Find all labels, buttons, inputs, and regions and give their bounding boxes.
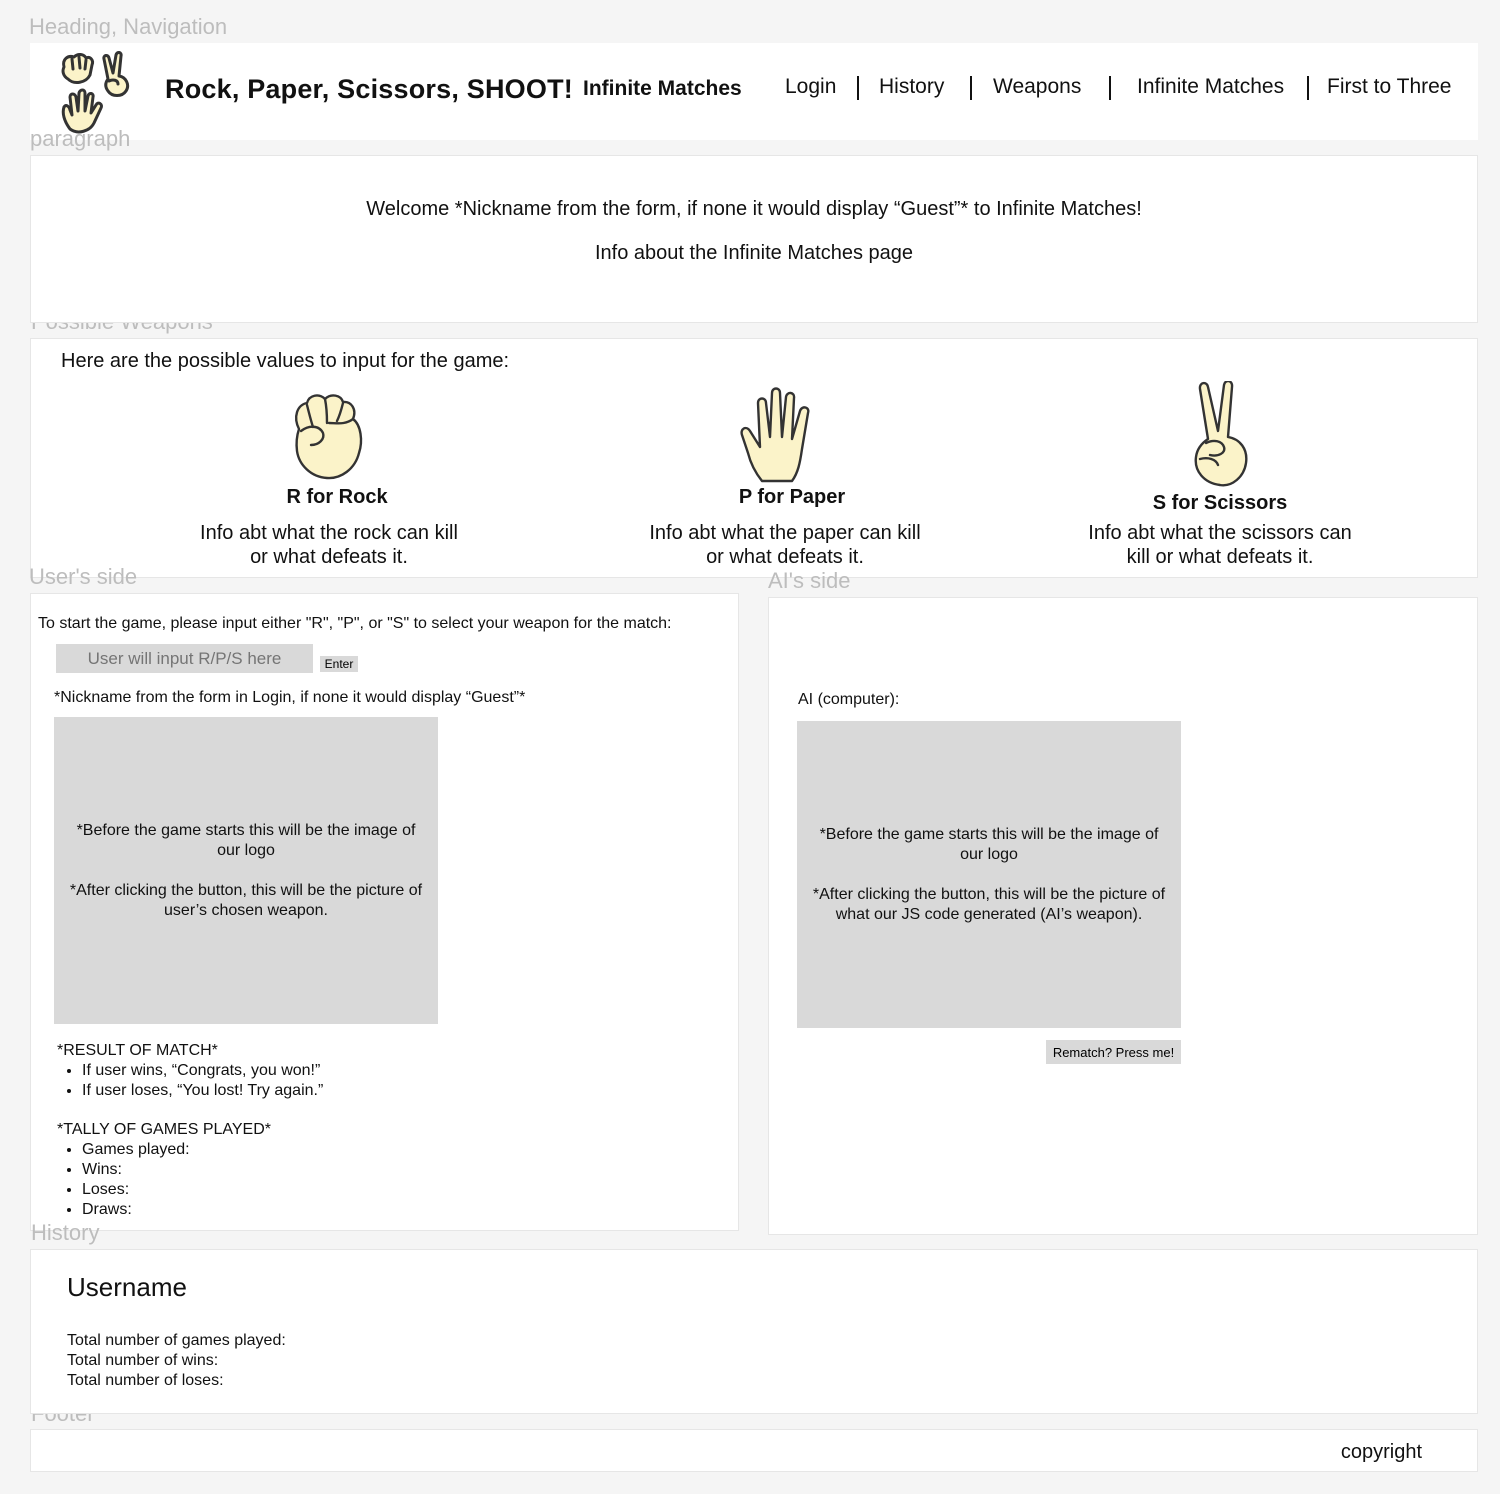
footer-section: copyright [30,1429,1478,1472]
nav-separator [1109,76,1111,100]
history-total-loses: Total number of loses: [67,1372,224,1389]
page-info: Info about the Infinite Matches page [595,242,913,264]
weapon-paper-desc: Info abt what the paper can kill or what… [649,522,921,568]
user-image-text-before: *Before the game starts this will be the… [76,821,416,859]
nav-weapons-link[interactable]: Weapons [993,75,1081,99]
fist-icon [295,394,363,480]
tally-section: *TALLY OF GAMES PLAYED* Games played: Wi… [57,1120,457,1220]
nav-separator [1307,76,1309,100]
ai-label: AI (computer): [798,691,900,708]
ai-image-text-after: *After clicking the button, this will be… [812,885,1166,923]
user-image-text-after: *After clicking the button, this will be… [69,881,423,919]
enter-button[interactable]: Enter [320,656,358,672]
tally-games-played: Games played: [82,1140,457,1160]
peace-hand-icon [1194,381,1248,487]
weapon-input[interactable] [56,644,313,673]
welcome-message: Welcome *Nickname from the form, if none… [366,198,1142,220]
annotation-history: History [31,1220,100,1245]
history-stats: Total number of games played: Total numb… [67,1331,286,1391]
nav-login-link[interactable]: Login [785,75,836,99]
match-result: *RESULT OF MATCH* If user wins, “Congrat… [57,1041,457,1101]
user-nickname: *Nickname from the form in Login, if non… [54,689,526,706]
nav-first-to-three-link[interactable]: First to Three [1327,75,1451,99]
weapon-rock-desc: Info abt what the rock can kill or what … [200,522,458,568]
ai-weapon-image: *Before the game starts this will be the… [797,721,1181,1028]
rematch-button[interactable]: Rematch? Press me! [1046,1040,1181,1064]
nav-separator [857,76,859,100]
nav-history-link[interactable]: History [879,75,944,99]
copyright-text: copyright [1340,1441,1422,1463]
nav-separator [970,76,972,100]
weapon-scissors-title: S for Scissors [1152,492,1288,514]
history-total-games: Total number of games played: [67,1332,286,1349]
open-hand-icon [740,387,810,483]
nav-infinite-matches-link[interactable]: Infinite Matches [1137,75,1284,99]
result-title: *RESULT OF MATCH* [57,1042,218,1059]
possible-weapons-section: Here are the possible values to input fo… [30,338,1478,578]
annotation-ais-side: AI's side [768,568,851,593]
tally-loses: Loses: [82,1180,457,1200]
header-navigation: Rock, Paper, Scissors, SHOOT! Infinite M… [30,43,1478,140]
result-lose-message: If user loses, “You lost! Try again.” [82,1081,457,1101]
weapons-intro: Here are the possible values to input fo… [61,350,510,372]
tally-title: *TALLY OF GAMES PLAYED* [57,1121,271,1138]
current-page-title: Infinite Matches [583,77,742,100]
history-section: Username Total number of games played: T… [30,1249,1478,1414]
ai-side-section: AI (computer): *Before the game starts t… [768,597,1478,1235]
annotation-heading-navigation: Heading, Navigation [29,14,228,39]
annotation-paragraph: paragraph [30,126,131,151]
weapon-paper-title: P for Paper [738,486,846,508]
annotation-users-side: User's side [29,564,138,589]
welcome-section: Welcome *Nickname from the form, if none… [30,155,1478,323]
tally-wins: Wins: [82,1160,457,1180]
result-win-message: If user wins, “Congrats, you won!” [82,1061,457,1081]
game-instructions: To start the game, please input either "… [38,615,672,632]
user-side-section: To start the game, please input either "… [30,593,739,1231]
user-weapon-image: *Before the game starts this will be the… [54,717,438,1024]
history-username: Username [67,1272,187,1302]
weapon-scissors-desc: Info abt what the scissors can kill or w… [1088,522,1352,568]
tally-draws: Draws: [82,1200,457,1220]
site-title: Rock, Paper, Scissors, SHOOT! [165,74,573,104]
ai-image-text-before: *Before the game starts this will be the… [819,825,1159,863]
weapon-rock-title: R for Rock [286,486,388,508]
history-total-wins: Total number of wins: [67,1352,219,1369]
